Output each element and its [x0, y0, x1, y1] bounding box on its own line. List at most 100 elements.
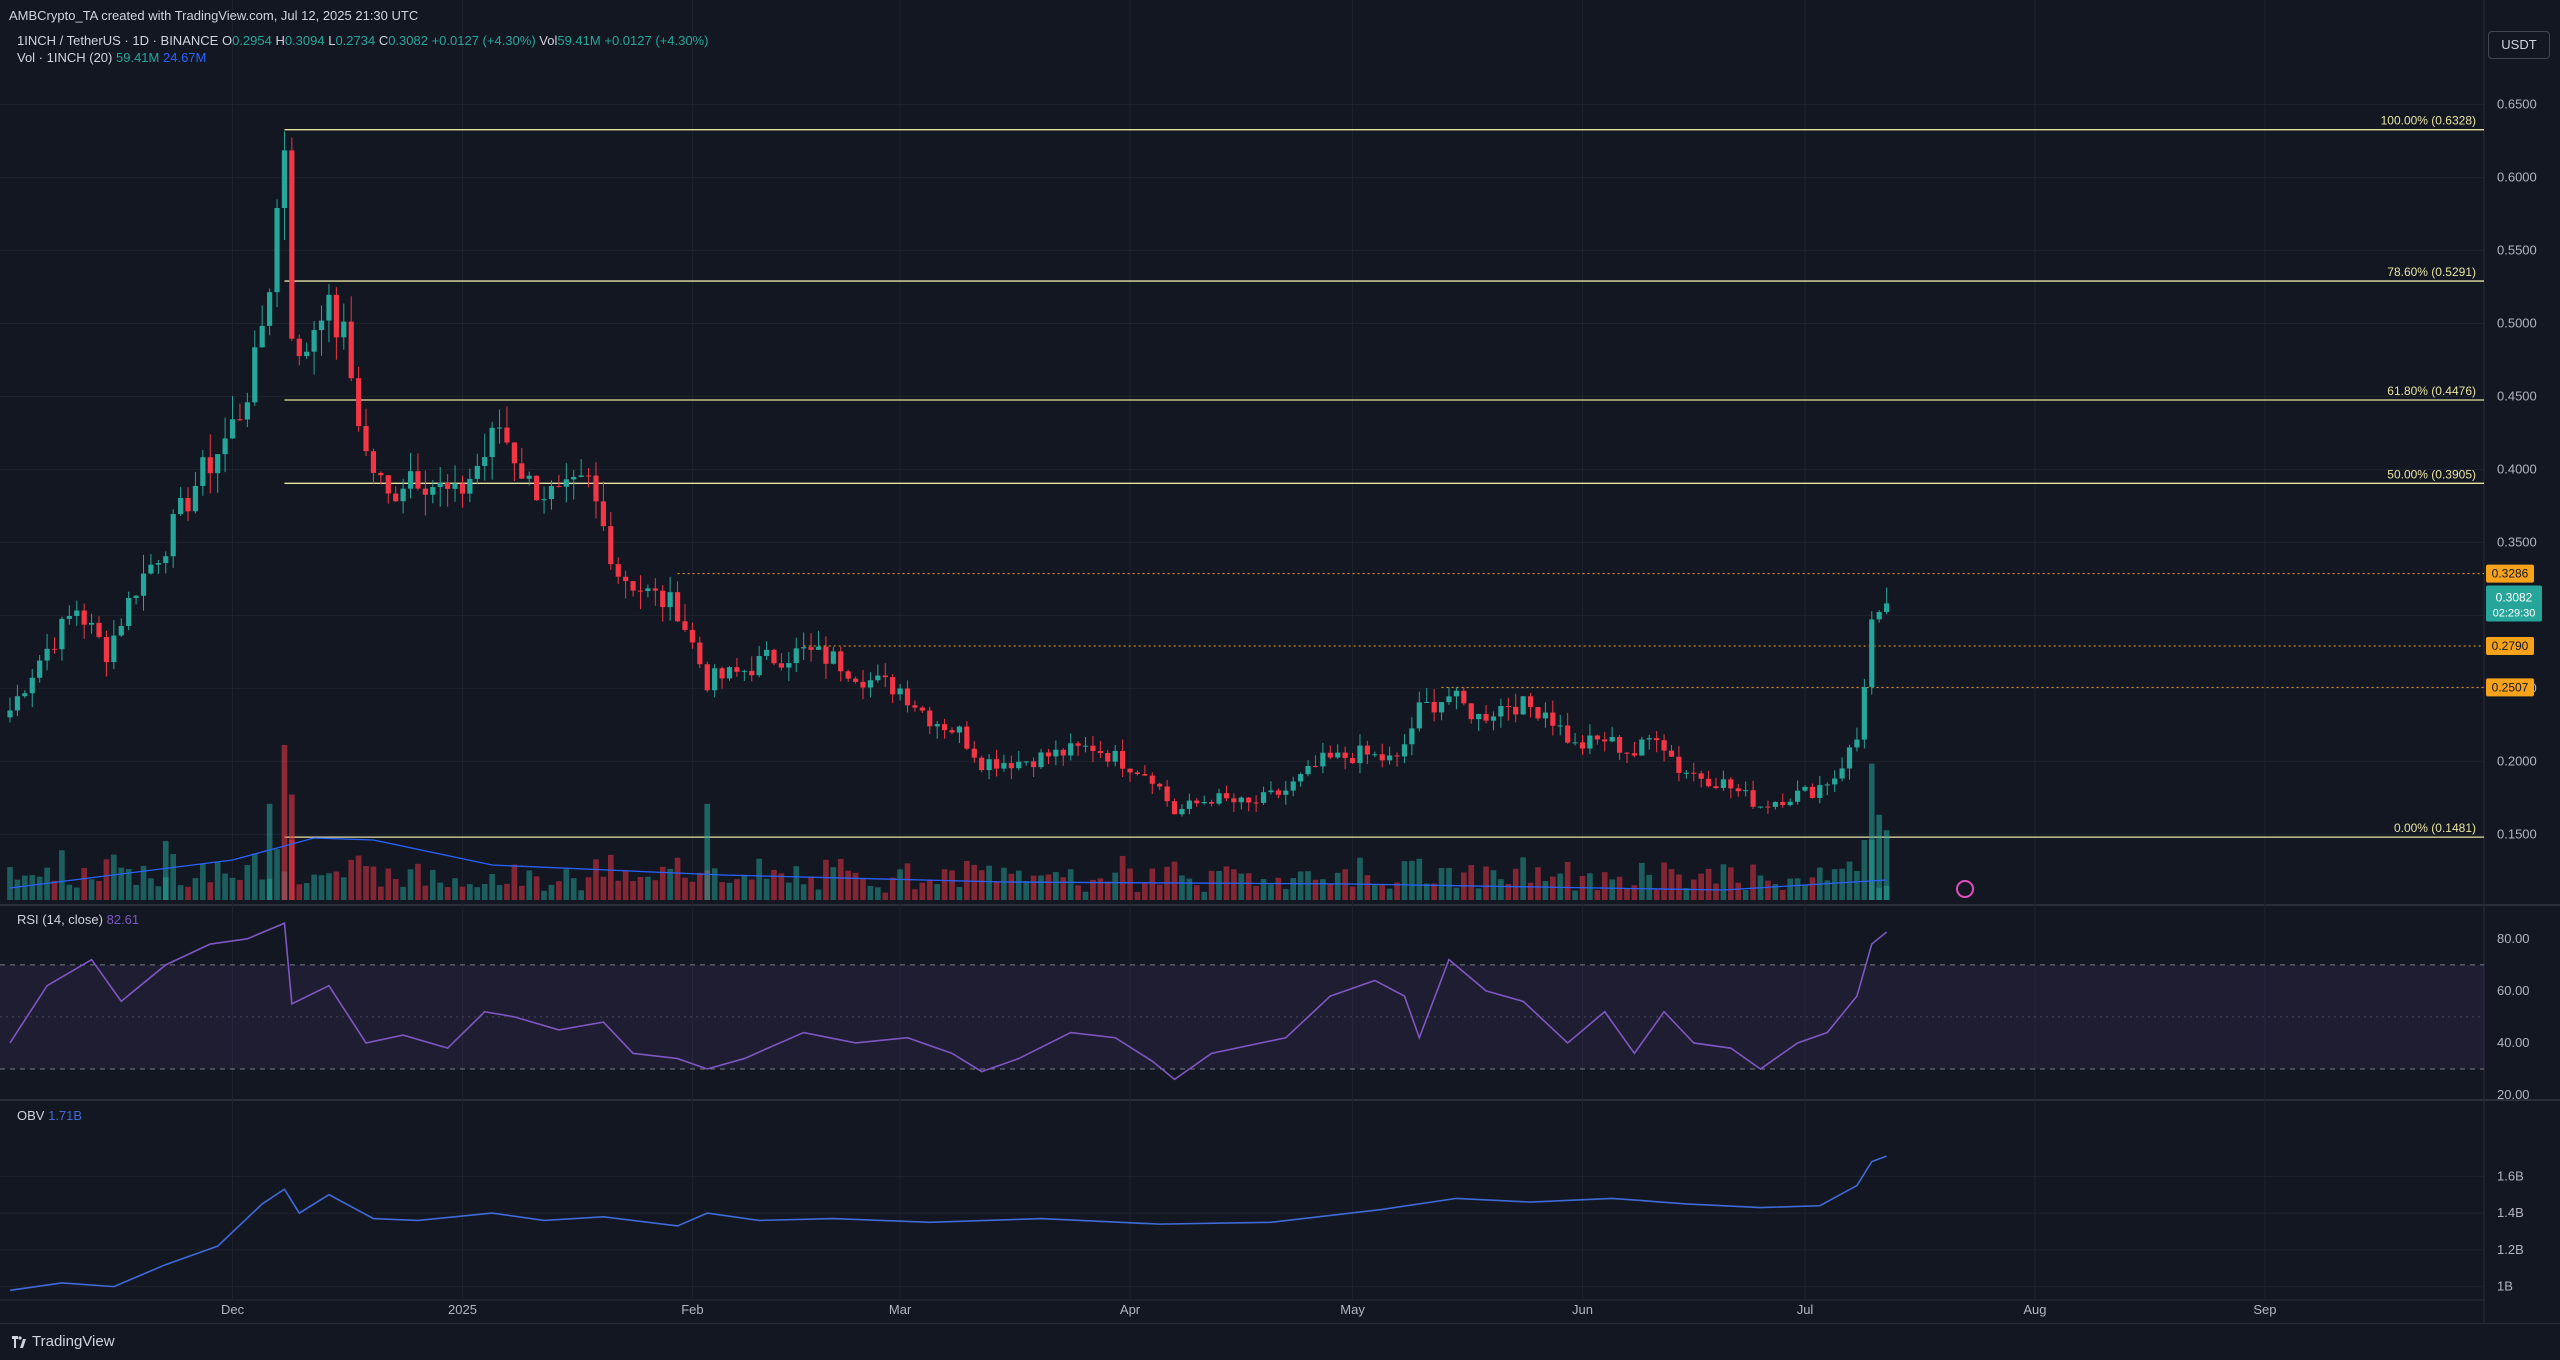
currency-button[interactable]: USDT	[2488, 31, 2550, 59]
candle-body	[1401, 744, 1408, 757]
candle-body	[267, 292, 273, 326]
price-tick-label: 0.6500	[2497, 97, 2537, 112]
candle-body	[1253, 802, 1259, 804]
tradingview-logo[interactable]: TradingView	[12, 1333, 115, 1350]
candle-body	[1068, 743, 1074, 756]
candle-body	[222, 438, 228, 455]
candle-body	[637, 590, 644, 592]
candle-body	[556, 486, 562, 488]
volume-bar	[667, 868, 673, 900]
candle-body	[281, 150, 288, 209]
candle-body	[415, 471, 421, 489]
volume-bar	[73, 887, 80, 900]
candle-body	[608, 526, 614, 565]
candle-body	[1631, 753, 1638, 756]
candle-body	[215, 454, 221, 474]
candle-body	[771, 649, 777, 664]
candle-body	[1379, 754, 1385, 761]
candle-body	[1527, 696, 1534, 708]
volume-bar	[1245, 873, 1252, 900]
candle-body	[1513, 706, 1519, 715]
replay-icon[interactable]	[1956, 880, 1974, 898]
volume-bar	[392, 878, 399, 900]
last-price-countdown: 02:29:30	[2493, 607, 2536, 619]
volume-bar	[363, 865, 369, 900]
candle-body	[88, 622, 95, 625]
volume-bar	[526, 870, 533, 900]
candle-body	[103, 637, 110, 663]
volume-bar	[1624, 888, 1630, 900]
volume-bar	[1179, 875, 1185, 900]
volume-bar	[170, 853, 177, 900]
volume-bar	[830, 867, 837, 900]
candle-body	[430, 487, 436, 495]
volume-bar	[904, 863, 911, 900]
volume-bar	[1282, 888, 1289, 900]
candle-body	[244, 402, 250, 420]
price-change: +0.0127 (+4.30%)	[431, 33, 536, 48]
volume-bar	[607, 854, 614, 900]
rsi-tick-label: 80.00	[2497, 931, 2530, 946]
candle-body	[1728, 779, 1734, 789]
ohlc-key-o: O	[221, 33, 233, 48]
candle-body	[385, 475, 391, 494]
candle-body	[1720, 779, 1727, 788]
volume-bar	[1119, 855, 1126, 900]
volume-spike-bar	[281, 745, 288, 900]
volume-bar	[897, 869, 903, 900]
level-price-label: 0.2507	[2492, 680, 2529, 694]
obv-value: 1.71B	[48, 1108, 83, 1123]
volume-bar	[407, 869, 414, 900]
volume-bar	[1142, 881, 1148, 900]
volume-bar	[489, 874, 495, 900]
volume-bar	[1357, 857, 1363, 900]
volume-bar	[1416, 858, 1423, 900]
volume-legend[interactable]: Vol · 1INCH (20) 59.41M 24.67M	[17, 50, 206, 65]
volume-bar	[593, 859, 599, 900]
rsi-legend[interactable]: RSI (14, close) 82.61	[17, 912, 139, 927]
candle-body	[1142, 774, 1148, 776]
candle-body	[1676, 756, 1682, 773]
candle-body	[1698, 773, 1704, 779]
volume-bar	[1720, 864, 1727, 900]
volume-bar	[1001, 867, 1007, 900]
volume-bar	[949, 870, 955, 900]
candle-body	[1275, 790, 1281, 795]
candle-body	[534, 475, 540, 501]
volume-bar	[756, 858, 762, 900]
obv-legend[interactable]: OBV 1.71B	[17, 1108, 82, 1123]
volume-bar	[1542, 881, 1549, 900]
candle-body	[956, 726, 963, 733]
candle-body	[1357, 745, 1363, 764]
candle-body	[1639, 739, 1645, 756]
candle-body	[563, 479, 569, 487]
volume-bar	[1742, 889, 1749, 900]
symbol-legend[interactable]: 1INCH / TetherUS · 1D · BINANCE O0.2954 …	[17, 33, 708, 48]
candle-body	[1008, 763, 1014, 769]
volume-bar	[852, 872, 859, 900]
candle-body	[1817, 785, 1823, 798]
volume-bar	[912, 889, 918, 900]
volume-bar	[133, 884, 139, 900]
candle-body	[1594, 735, 1600, 740]
volume-bar	[496, 885, 503, 900]
volume-bar	[237, 879, 243, 900]
volume-bar	[378, 886, 384, 900]
candle-body	[459, 483, 466, 494]
candle-body	[712, 668, 718, 691]
candlesticks	[7, 131, 1890, 817]
volume-bar	[22, 875, 28, 900]
candle-body	[1105, 752, 1111, 762]
volume-spike-bar	[1883, 830, 1890, 900]
volume-bar	[1075, 885, 1081, 900]
volume-bar	[1446, 867, 1452, 900]
candle-body	[44, 648, 50, 661]
volume-bar	[1601, 872, 1608, 900]
volume-spike-bar	[162, 841, 169, 900]
candle-body	[1268, 790, 1274, 793]
volume-bar	[578, 890, 584, 900]
candle-body	[1520, 696, 1526, 715]
candle-body	[118, 625, 124, 636]
chart-canvas[interactable]: Dec 2025 Feb Mar Apr May Jun Jul Aug Sep 0.6500 0.6…	[0, 0, 2560, 1359]
candle-body	[163, 556, 169, 564]
